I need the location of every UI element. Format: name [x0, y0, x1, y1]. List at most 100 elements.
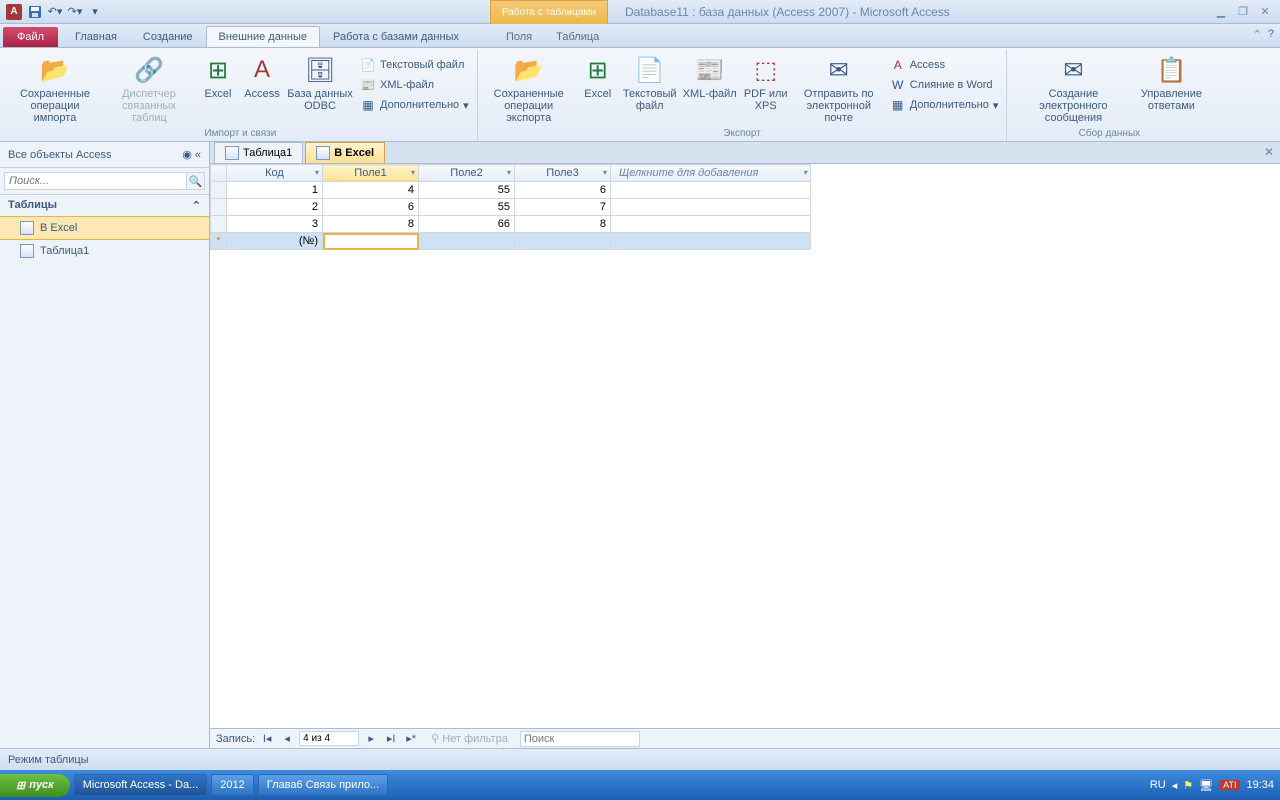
- save-icon[interactable]: [26, 3, 44, 21]
- dropdown-icon[interactable]: ▾: [603, 168, 607, 177]
- manage-replies-button[interactable]: 📋 Управление ответами: [1137, 52, 1205, 112]
- row-selector[interactable]: [211, 199, 227, 216]
- cell[interactable]: 55: [419, 182, 515, 199]
- active-cell[interactable]: [323, 233, 419, 250]
- saved-exports-button[interactable]: 📂 Сохраненные операции экспорта: [484, 52, 574, 124]
- taskbar-item[interactable]: 2012: [211, 774, 253, 796]
- new-row[interactable]: *(№): [211, 233, 811, 250]
- export-pdf-button[interactable]: ⬚ PDF или XPS: [742, 52, 790, 112]
- select-all-corner[interactable]: [211, 165, 227, 182]
- ribbon-tab-2[interactable]: Внешние данные: [206, 26, 320, 47]
- nav-menu-icon[interactable]: ◉: [182, 149, 192, 161]
- column-header[interactable]: Поле2▾: [419, 165, 515, 182]
- first-record-button[interactable]: I◂: [259, 732, 275, 745]
- import-odbc-button[interactable]: 🗄 База данных ODBC: [286, 52, 354, 112]
- redo-icon[interactable]: ↷▾: [66, 3, 84, 21]
- start-button[interactable]: ⊞ пуск: [0, 774, 70, 797]
- cell[interactable]: [611, 182, 811, 199]
- import-text-button[interactable]: 📄Текстовый файл: [358, 56, 471, 74]
- row-selector[interactable]: [211, 216, 227, 233]
- cell[interactable]: 6: [323, 199, 419, 216]
- undo-icon[interactable]: ↶▾: [46, 3, 64, 21]
- taskbar-item[interactable]: Microsoft Access - Da...: [74, 774, 208, 796]
- dropdown-icon[interactable]: ▾: [315, 168, 319, 177]
- qat-customize-icon[interactable]: ▾: [86, 3, 104, 21]
- table-row[interactable]: 38668: [211, 216, 811, 233]
- ribbon-tab-0[interactable]: Главная: [62, 26, 130, 47]
- cell[interactable]: [611, 216, 811, 233]
- cell[interactable]: (№): [227, 233, 323, 250]
- datasheet-search-input[interactable]: [520, 731, 640, 747]
- create-email-button[interactable]: ✉ Создание электронного сообщения: [1013, 52, 1133, 124]
- dropdown-icon[interactable]: ▾: [507, 168, 511, 177]
- cell[interactable]: [611, 199, 811, 216]
- document-tab[interactable]: Таблица1: [214, 142, 303, 163]
- tray-icon[interactable]: ◂: [1172, 779, 1178, 792]
- ribbon-tab-3[interactable]: Работа с базами данных: [320, 26, 472, 47]
- document-tab[interactable]: В Excel: [305, 142, 385, 163]
- export-access-button[interactable]: AAccess: [888, 56, 1001, 74]
- clock[interactable]: 19:34: [1246, 779, 1274, 791]
- column-header[interactable]: Поле3▾: [515, 165, 611, 182]
- last-record-button[interactable]: ▸I: [383, 732, 399, 745]
- tray-badge[interactable]: ATI: [1219, 780, 1240, 790]
- ribbon-tab-1[interactable]: Создание: [130, 26, 206, 47]
- close-icon[interactable]: ✕: [1256, 5, 1274, 18]
- cell[interactable]: [611, 233, 811, 250]
- dropdown-icon[interactable]: ▾: [411, 168, 415, 177]
- export-excel-button[interactable]: ⊞ Excel: [578, 52, 618, 100]
- context-tab-1[interactable]: Таблица: [544, 27, 611, 47]
- export-email-button[interactable]: ✉ Отправить по электронной почте: [794, 52, 884, 124]
- close-tab-icon[interactable]: ✕: [1264, 145, 1274, 159]
- taskbar-item[interactable]: Глава6 Связь прило...: [258, 774, 388, 796]
- import-more-button[interactable]: ▦Дополнительно ▾: [358, 96, 471, 114]
- nav-table-item[interactable]: Таблица1: [0, 240, 209, 262]
- search-input[interactable]: [4, 172, 187, 190]
- nav-table-item[interactable]: В Excel: [0, 216, 209, 240]
- cell[interactable]: [419, 233, 515, 250]
- cell[interactable]: 66: [419, 216, 515, 233]
- import-excel-button[interactable]: ⊞ Excel: [198, 52, 238, 100]
- import-xml-button[interactable]: 📰XML-файл: [358, 76, 471, 94]
- cell[interactable]: 1: [227, 182, 323, 199]
- cell[interactable]: [515, 233, 611, 250]
- saved-imports-button[interactable]: 📂 Сохраненные операции импорта: [10, 52, 100, 124]
- cell[interactable]: 6: [515, 182, 611, 199]
- next-record-button[interactable]: ▸: [363, 732, 379, 745]
- cell[interactable]: 3: [227, 216, 323, 233]
- table-row[interactable]: 14556: [211, 182, 811, 199]
- cell[interactable]: 2: [227, 199, 323, 216]
- dropdown-icon[interactable]: ▾: [803, 168, 807, 177]
- table-row[interactable]: 26557: [211, 199, 811, 216]
- file-tab[interactable]: Файл: [3, 27, 58, 47]
- cell[interactable]: 4: [323, 182, 419, 199]
- export-text-button[interactable]: 📄 Текстовый файл: [622, 52, 678, 112]
- ribbon-minimize-icon[interactable]: ⌃: [1253, 28, 1262, 41]
- nav-group-tables[interactable]: Таблицы⌃: [0, 195, 209, 216]
- cell[interactable]: 8: [323, 216, 419, 233]
- cell[interactable]: 7: [515, 199, 611, 216]
- cell[interactable]: 8: [515, 216, 611, 233]
- minimize-icon[interactable]: ▁: [1212, 5, 1230, 18]
- prev-record-button[interactable]: ◂: [279, 732, 295, 745]
- export-more-button[interactable]: ▦Дополнительно ▾: [888, 96, 1001, 114]
- row-selector[interactable]: [211, 182, 227, 199]
- restore-icon[interactable]: ❐: [1234, 5, 1252, 18]
- tray-icon[interactable]: 🖥: [1199, 779, 1213, 792]
- datasheet[interactable]: Код▾Поле1▾Поле2▾Поле3▾Щелкните для добав…: [210, 164, 1280, 728]
- language-indicator[interactable]: RU: [1150, 779, 1166, 791]
- export-word-button[interactable]: WСлияние в Word: [888, 76, 1001, 94]
- import-access-button[interactable]: A Access: [242, 52, 282, 100]
- new-record-button[interactable]: ▸*: [403, 732, 419, 745]
- nav-header[interactable]: Все объекты Access ◉ «: [0, 142, 209, 168]
- nav-collapse-icon[interactable]: «: [195, 149, 201, 161]
- column-header[interactable]: Поле1▾: [323, 165, 419, 182]
- record-position-input[interactable]: [299, 731, 359, 746]
- tray-icon[interactable]: ⚑: [1183, 779, 1193, 792]
- column-header[interactable]: Код▾: [227, 165, 323, 182]
- cell[interactable]: 55: [419, 199, 515, 216]
- add-column-header[interactable]: Щелкните для добавления▾: [611, 165, 811, 182]
- search-icon[interactable]: 🔍: [187, 172, 205, 190]
- context-tab-0[interactable]: Поля: [494, 27, 544, 47]
- export-xml-button[interactable]: 📰 XML-файл: [682, 52, 738, 100]
